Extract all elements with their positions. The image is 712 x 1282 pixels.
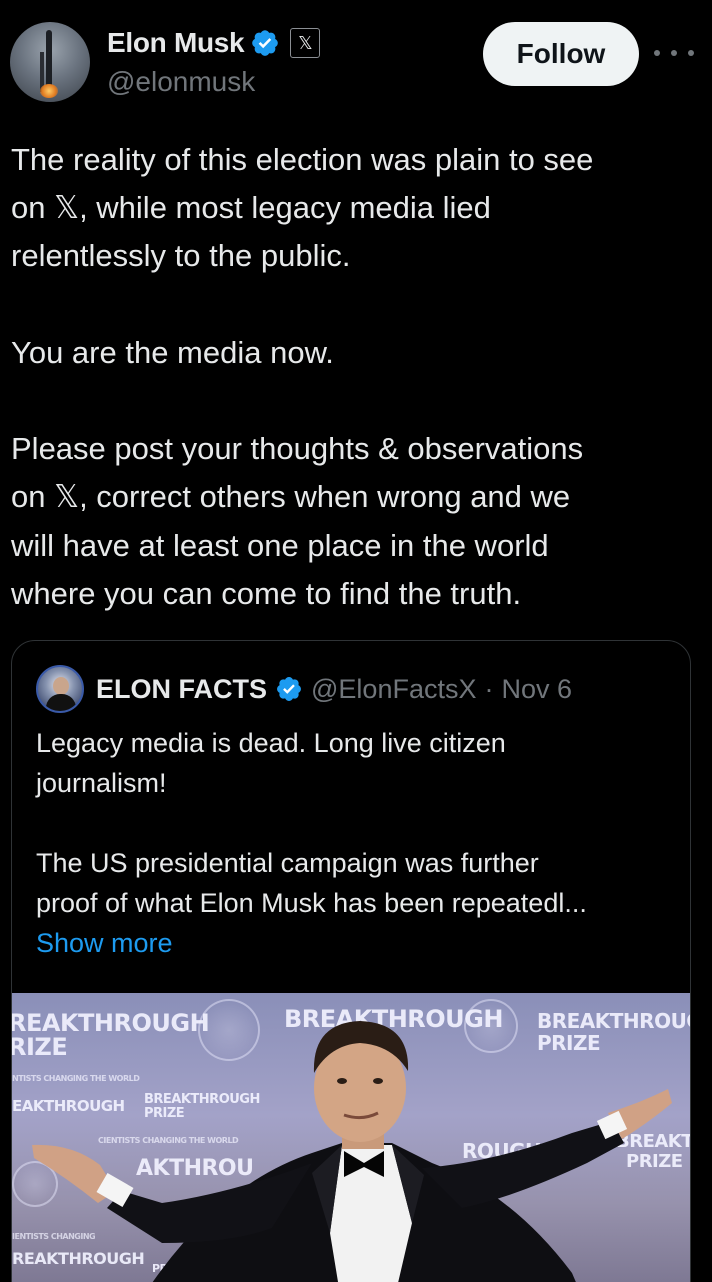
person-figure: [32, 1021, 672, 1282]
eye: [337, 1078, 347, 1084]
right-arm: [422, 1121, 624, 1208]
post-header: Elon Musk 𝕏 @elonmusk Follow: [0, 0, 712, 110]
follow-button[interactable]: Follow: [483, 22, 639, 86]
quoted-author-name[interactable]: ELON FACTS: [96, 674, 267, 705]
verified-badge-icon: [277, 677, 301, 701]
quoted-post-text: Legacy media is dead. Long live citizen …: [36, 723, 676, 963]
author-name[interactable]: Elon Musk: [107, 27, 245, 59]
quoted-author-avatar[interactable]: [36, 665, 84, 713]
quoted-post-date[interactable]: Nov 6: [501, 674, 572, 705]
avatar-flame: [40, 84, 58, 98]
more-dot: [688, 50, 694, 56]
author-name-row: Elon Musk 𝕏: [107, 26, 321, 60]
quoted-author-handle[interactable]: @ElonFactsX: [311, 674, 476, 705]
post-paragraph: You are the media now.: [11, 334, 334, 370]
post-paragraph: Please post your thoughts & observations…: [11, 431, 584, 611]
quoted-post-photo[interactable]: REAKTHROUGH RIZE BREAKTHROUGH BREAKTHROU…: [12, 993, 690, 1282]
show-more-link[interactable]: Show more: [36, 923, 676, 963]
more-horizontal-icon[interactable]: [654, 40, 694, 66]
quoted-paragraph: The US presidential campaign was further…: [36, 848, 587, 918]
avatar-suit: [46, 694, 76, 711]
verified-badge-icon: [252, 30, 279, 56]
more-dot: [671, 50, 677, 56]
affiliate-x-logo-icon[interactable]: 𝕏: [290, 28, 321, 58]
post-paragraph-spacer: [11, 377, 701, 425]
quoted-paragraph-spacer: [36, 803, 676, 843]
avatar-rocket: [46, 30, 52, 86]
more-dot: [654, 50, 660, 56]
author-handle[interactable]: @elonmusk: [107, 66, 255, 98]
quoted-paragraph: Legacy media is dead. Long live citizen …: [36, 728, 506, 798]
post-paragraph-spacer: [11, 281, 701, 329]
separator-dot: ·: [484, 673, 494, 704]
author-avatar[interactable]: [10, 22, 90, 102]
post-paragraph: The reality of this election was plain t…: [11, 142, 594, 274]
eye: [373, 1078, 383, 1084]
post-text: The reality of this election was plain t…: [11, 136, 701, 618]
quoted-post-header: ELON FACTS @ElonFactsX · Nov 6: [36, 665, 572, 713]
avatar-face: [53, 677, 69, 695]
quoted-post[interactable]: ELON FACTS @ElonFactsX · Nov 6 Legacy me…: [11, 640, 691, 1282]
